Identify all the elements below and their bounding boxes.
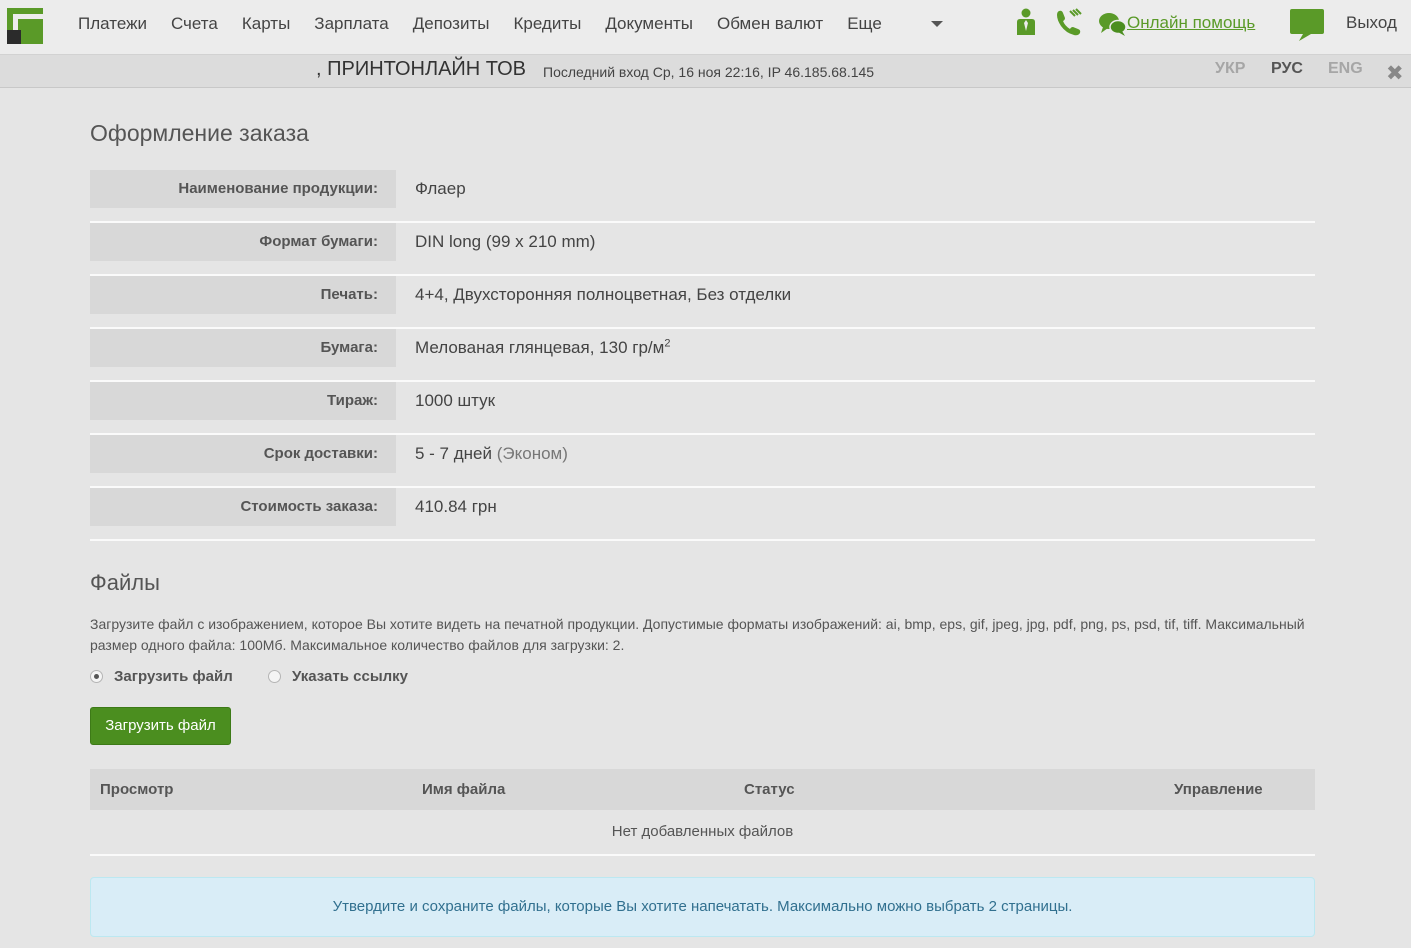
column-filename: Имя файла: [422, 781, 506, 798]
account-bar: , ПРИНТОНЛАЙН ТОВ Последний вход Ср, 16 …: [0, 55, 1411, 88]
lang-rus[interactable]: РУС: [1271, 60, 1303, 78]
message-icon[interactable]: [1289, 8, 1325, 42]
order-value: 410.84 грн: [415, 497, 497, 516]
order-label: Тираж:: [90, 382, 396, 420]
column-actions: Управление: [1174, 781, 1263, 798]
empty-files-message: Нет добавленных файлов: [90, 810, 1315, 856]
order-label: Печать:: [90, 276, 396, 314]
nav-item-cards[interactable]: Карты: [230, 14, 302, 34]
online-help-link[interactable]: Онлайн помощь: [1127, 13, 1255, 33]
order-row-product: Наименование продукции: Флаер: [90, 170, 1315, 223]
nav-item-documents[interactable]: Документы: [593, 14, 705, 34]
order-value: DIN long (99 x 210 mm): [415, 232, 596, 251]
order-row-delivery: Срок доставки: 5 - 7 дней (Эконом): [90, 435, 1315, 488]
column-status: Статус: [744, 781, 795, 798]
radio-label: Указать ссылку: [292, 668, 409, 685]
order-label: Наименование продукции:: [90, 170, 396, 208]
files-table-header: Просмотр Имя файла Статус Управление: [90, 769, 1315, 810]
lang-eng[interactable]: ENG: [1328, 60, 1363, 78]
chat-icon[interactable]: [1098, 10, 1128, 38]
order-value: Флаер: [415, 179, 466, 198]
order-row-print: Печать: 4+4, Двухсторонняя полноцветная,…: [90, 276, 1315, 329]
column-preview: Просмотр: [100, 781, 174, 798]
files-section-title: Файлы: [90, 570, 160, 595]
order-value: 4+4, Двухсторонняя полноцветная, Без отд…: [415, 285, 792, 304]
logout-button[interactable]: Выход: [1346, 13, 1397, 33]
order-row-cost: Стоимость заказа: 410.84 грн: [90, 488, 1315, 541]
order-value: 1000 штук: [415, 391, 496, 410]
info-alert: Утвердите и сохраните файлы, которые Вы …: [90, 877, 1315, 937]
company-name: , ПРИНТОНЛАЙН ТОВ: [316, 58, 527, 80]
order-row-format: Формат бумаги: DIN long (99 x 210 mm): [90, 223, 1315, 276]
files-description: Загрузите файл с изображением, которое В…: [90, 616, 1305, 653]
nav-item-credits[interactable]: Кредиты: [501, 14, 593, 34]
top-navbar: Платежи Счета Карты Зарплата Депозиты Кр…: [0, 0, 1411, 55]
nav-item-deposits[interactable]: Депозиты: [401, 14, 502, 34]
main-menu: Платежи Счета Карты Зарплата Депозиты Кр…: [66, 0, 894, 48]
close-icon[interactable]: ✖: [1386, 61, 1404, 86]
order-value: 5 - 7 дней (Эконом): [415, 444, 568, 463]
files-table: Просмотр Имя файла Статус Управление Нет…: [90, 769, 1315, 856]
logo-icon[interactable]: [7, 8, 43, 44]
page-title: Оформление заказа: [90, 120, 309, 146]
order-row-quantity: Тираж: 1000 штук: [90, 382, 1315, 435]
order-label: Стоимость заказа:: [90, 488, 396, 526]
radio-specify-link[interactable]: Указать ссылку: [268, 668, 408, 685]
radio-label: Загрузить файл: [114, 668, 233, 685]
person-icon[interactable]: [1014, 8, 1038, 38]
order-row-paper: Бумага: Мелованая глянцевая, 130 гр/м2: [90, 329, 1315, 382]
nav-item-currency-exchange[interactable]: Обмен валют: [705, 14, 835, 34]
radio-unchecked-icon[interactable]: [268, 670, 281, 683]
lang-ukr[interactable]: УКР: [1215, 60, 1245, 78]
nav-item-payments[interactable]: Платежи: [66, 14, 159, 34]
upload-file-button[interactable]: Загрузить файл: [90, 707, 231, 745]
nav-item-accounts[interactable]: Счета: [159, 14, 230, 34]
order-details: Наименование продукции: Флаер Формат бум…: [90, 170, 1315, 541]
radio-upload-file[interactable]: Загрузить файл: [90, 668, 233, 685]
order-label: Бумага:: [90, 329, 396, 367]
order-value: Мелованая глянцевая, 130 гр/м2: [415, 337, 671, 357]
phone-icon[interactable]: [1054, 8, 1084, 38]
radio-checked-icon[interactable]: [90, 670, 103, 683]
order-label: Формат бумаги:: [90, 223, 396, 261]
last-login-info: Последний вход Ср, 16 ноя 22:16, IP 46.1…: [543, 64, 875, 80]
nav-item-salary[interactable]: Зарплата: [302, 14, 400, 34]
order-label: Срок доставки:: [90, 435, 396, 473]
dropdown-caret-icon[interactable]: [931, 21, 943, 27]
nav-item-more[interactable]: Еще: [835, 14, 894, 34]
